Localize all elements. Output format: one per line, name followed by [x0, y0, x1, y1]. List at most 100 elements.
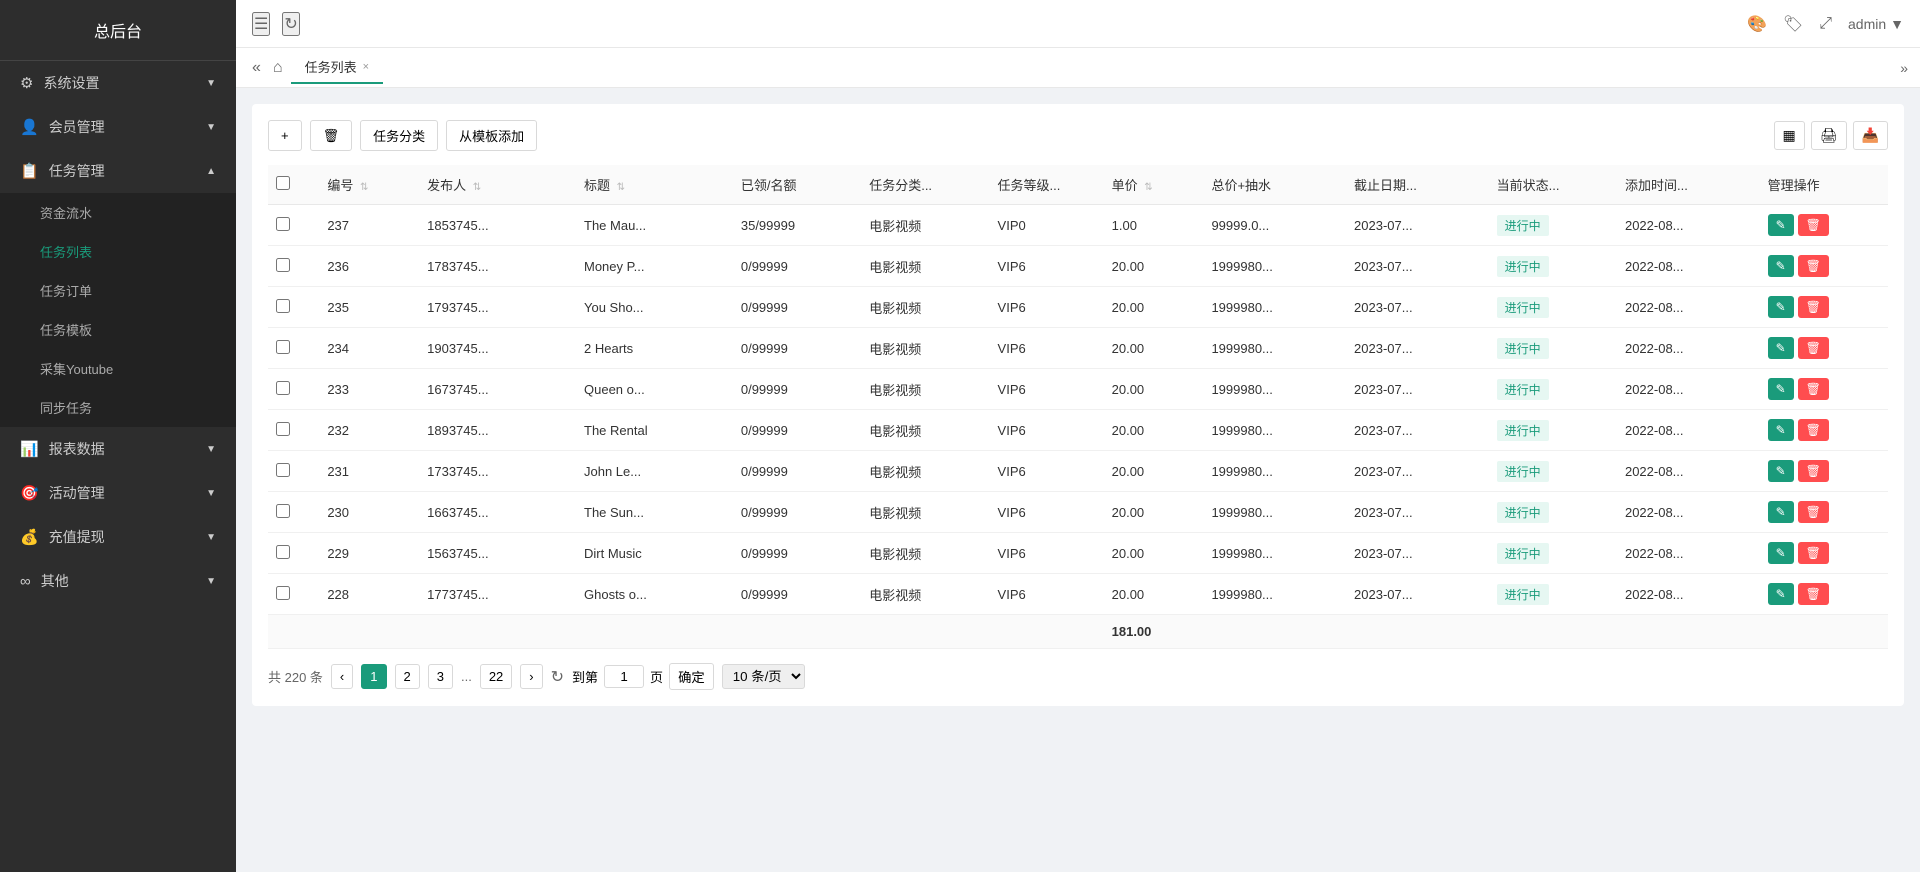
edit-button[interactable]: ✎ [1768, 378, 1794, 400]
row-deadline: 2023-07... [1346, 492, 1489, 533]
next-page-button[interactable]: › [520, 664, 542, 689]
col-publisher-header: 发布人 ⇅ [419, 165, 576, 205]
grid-view-button[interactable]: ▦ [1774, 121, 1805, 150]
sidebar-sub-youtube[interactable]: 采集Youtube [0, 349, 236, 388]
row-addtime: 2022-08... [1617, 369, 1760, 410]
template-button[interactable]: 从模板添加 [446, 120, 537, 151]
row-checkbox[interactable] [276, 545, 290, 559]
sidebar-item-other[interactable]: ∞ 其他 ▼ [0, 559, 236, 603]
select-all-checkbox[interactable] [276, 176, 290, 190]
row-checkbox[interactable] [276, 586, 290, 600]
edit-button[interactable]: ✎ [1768, 214, 1794, 236]
sidebar-item-activity[interactable]: 🎯 活动管理 ▼ [0, 471, 236, 515]
delete-row-button[interactable]: 🗑 [1798, 542, 1829, 564]
menu-toggle-button[interactable]: ☰ [252, 12, 270, 36]
row-category: 电影视频 [861, 246, 989, 287]
row-checkbox[interactable] [276, 340, 290, 354]
delete-row-button[interactable]: 🗑 [1798, 501, 1829, 523]
row-price: 1.00 [1104, 205, 1204, 246]
delete-row-button[interactable]: 🗑 [1798, 419, 1829, 441]
row-total: 1999980... [1203, 533, 1346, 574]
row-level: VIP6 [990, 533, 1104, 574]
prev-page-button[interactable]: ‹ [331, 664, 353, 689]
row-category: 电影视频 [861, 328, 989, 369]
page-1-button[interactable]: 1 [361, 664, 386, 689]
id-sort-icon[interactable]: ⇅ [360, 182, 368, 193]
delete-row-button[interactable]: 🗑 [1798, 214, 1829, 236]
add-button[interactable]: + [268, 120, 302, 151]
export-button[interactable]: 📥 [1853, 121, 1888, 150]
row-checkbox[interactable] [276, 258, 290, 272]
sidebar-sub-synctask[interactable]: 同步任务 [0, 388, 236, 427]
row-checkbox[interactable] [276, 299, 290, 313]
edit-button[interactable]: ✎ [1768, 460, 1794, 482]
row-checkbox[interactable] [276, 463, 290, 477]
delete-row-button[interactable]: 🗑 [1798, 255, 1829, 277]
edit-button[interactable]: ✎ [1768, 337, 1794, 359]
table-row: 229 1563745... Dirt Music 0/99999 电影视频 V… [268, 533, 1888, 574]
publisher-sort-icon[interactable]: ⇅ [473, 182, 481, 193]
delete-button[interactable]: 🗑 [310, 120, 353, 151]
row-title: Ghosts o... [576, 574, 733, 615]
page-22-button[interactable]: 22 [480, 664, 512, 689]
sidebar-item-system[interactable]: ⚙ 系统设置 ▼ [0, 61, 236, 105]
tag-icon[interactable]: 🏷 [1783, 14, 1803, 34]
tab-prev-button[interactable]: « [248, 55, 265, 81]
edit-button[interactable]: ✎ [1768, 583, 1794, 605]
edit-button[interactable]: ✎ [1768, 501, 1794, 523]
page-2-button[interactable]: 2 [395, 664, 420, 689]
fullscreen-icon[interactable]: ⤢ [1819, 15, 1832, 33]
sidebar-item-recharge[interactable]: 💰 充值提现 ▼ [0, 515, 236, 559]
tab-more-button[interactable]: » [1900, 60, 1908, 76]
edit-button[interactable]: ✎ [1768, 542, 1794, 564]
action-cell: ✎ 🗑 [1768, 460, 1880, 482]
sidebar-item-task[interactable]: 📋 任务管理 ▲ [0, 149, 236, 193]
row-addtime: 2022-08... [1617, 205, 1760, 246]
row-checkbox[interactable] [276, 422, 290, 436]
row-check-cell [268, 410, 319, 451]
row-title: You Sho... [576, 287, 733, 328]
sidebar-item-report[interactable]: 📊 报表数据 ▼ [0, 427, 236, 471]
per-page-select[interactable]: 10 条/页 20 条/页 50 条/页 [722, 664, 805, 689]
col-deadline-header: 截止日期... [1346, 165, 1489, 205]
goto-input[interactable] [604, 665, 644, 688]
toolbar: + 🗑 任务分类 从模板添加 ▦ 🖨 📥 [268, 120, 1888, 151]
page-3-button[interactable]: 3 [428, 664, 453, 689]
delete-row-button[interactable]: 🗑 [1798, 583, 1829, 605]
pagination-refresh-button[interactable]: ↻ [551, 667, 564, 687]
tab-tasklist[interactable]: 任务列表 × [291, 51, 383, 84]
row-checkbox[interactable] [276, 504, 290, 518]
refresh-button[interactable]: ↻ [282, 12, 299, 36]
row-action: ✎ 🗑 [1760, 533, 1888, 574]
row-publisher: 1783745... [419, 246, 576, 287]
sidebar-sub-tasktemplate[interactable]: 任务模板 [0, 310, 236, 349]
title-sort-icon[interactable]: ⇅ [617, 182, 625, 193]
color-icon[interactable]: 🎨 [1747, 14, 1767, 34]
edit-button[interactable]: ✎ [1768, 255, 1794, 277]
delete-row-button[interactable]: 🗑 [1798, 378, 1829, 400]
delete-row-button[interactable]: 🗑 [1798, 337, 1829, 359]
goto-confirm-button[interactable]: 确定 [669, 663, 714, 690]
edit-button[interactable]: ✎ [1768, 419, 1794, 441]
delete-row-button[interactable]: 🗑 [1798, 460, 1829, 482]
delete-row-button[interactable]: 🗑 [1798, 296, 1829, 318]
sidebar-sub-taskorder[interactable]: 任务订单 [0, 271, 236, 310]
category-button[interactable]: 任务分类 [360, 120, 438, 151]
task-submenu: 资金流水 任务列表 任务订单 任务模板 采集Youtube 同步任务 [0, 193, 236, 427]
row-checkbox[interactable] [276, 381, 290, 395]
tab-close-button[interactable]: × [363, 61, 369, 73]
row-id: 234 [319, 328, 419, 369]
row-category: 电影视频 [861, 492, 989, 533]
row-price: 20.00 [1104, 492, 1204, 533]
sidebar-item-member[interactable]: 👤 会员管理 ▼ [0, 105, 236, 149]
tab-home-button[interactable]: ⌂ [269, 55, 287, 81]
sidebar-sub-capital[interactable]: 资金流水 [0, 193, 236, 232]
row-total: 1999980... [1203, 369, 1346, 410]
edit-button[interactable]: ✎ [1768, 296, 1794, 318]
print-button[interactable]: 🖨 [1811, 121, 1847, 150]
admin-menu[interactable]: admin ▼ [1848, 16, 1904, 32]
row-checkbox[interactable] [276, 217, 290, 231]
status-badge: 进行中 [1497, 215, 1549, 236]
price-sort-icon[interactable]: ⇅ [1144, 182, 1152, 193]
sidebar-sub-tasklist[interactable]: 任务列表 [0, 232, 236, 271]
